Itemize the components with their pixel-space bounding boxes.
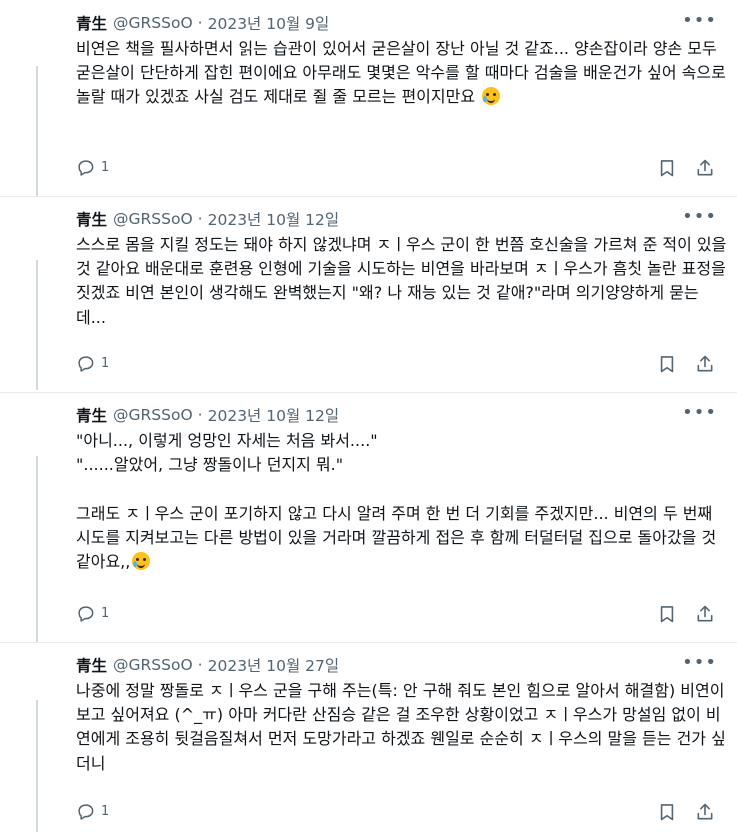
reply-button[interactable]: 1	[76, 802, 109, 821]
post-text-content: 비연은 책을 필사하면서 읽는 습관이 있어서 굳은살이 장난 아닐 것 같죠.…	[76, 39, 731, 107]
separator-dot: ·	[197, 210, 203, 228]
post-date[interactable]: 2023년 10월 27일	[208, 654, 340, 676]
bookmark-icon[interactable]	[657, 354, 677, 374]
user-handle[interactable]: @GRSSoO	[113, 14, 193, 32]
user-handle[interactable]: @GRSSoO	[113, 656, 193, 674]
reply-button[interactable]: 1	[76, 158, 109, 177]
more-dots-icon[interactable]: •••	[682, 402, 717, 423]
post-text: 비연은 책을 필사하면서 읽는 습관이 있어서 굳은살이 장난 아닐 것 같죠.…	[76, 37, 728, 110]
post-header: 青生 @GRSSoO · 2023년 10월 27일	[76, 654, 339, 676]
post-date[interactable]: 2023년 10월 12일	[208, 208, 340, 230]
bookmark-icon[interactable]	[657, 158, 677, 178]
separator-dot: ·	[197, 656, 203, 674]
share-icon[interactable]	[695, 158, 715, 178]
user-handle[interactable]: @GRSSoO	[113, 210, 193, 228]
display-name[interactable]: 青生	[76, 208, 107, 230]
reply-count: 1	[101, 804, 110, 819]
more-dots-icon[interactable]: •••	[682, 206, 717, 227]
post[interactable]: 青生 @GRSSoO · 2023년 10월 12일 ••• "아니..., 이…	[0, 392, 737, 642]
post-text: 나중에 정말 짱돌로 ㅈㅣ우스 군을 구해 주는(특: 안 구해 줘도 본인 힘…	[76, 681, 730, 773]
reply-count: 1	[101, 606, 110, 621]
more-dots-icon[interactable]: •••	[682, 10, 717, 31]
separator-dot: ·	[197, 14, 203, 32]
reply-count: 1	[101, 356, 110, 371]
post-date[interactable]: 2023년 10월 12일	[208, 404, 340, 426]
share-icon[interactable]	[695, 802, 715, 822]
bookmark-icon[interactable]	[657, 802, 677, 822]
reply-bubble-icon	[78, 160, 94, 176]
reply-bubble-icon	[78, 606, 94, 622]
face-holding-back-tears-icon	[482, 87, 501, 106]
post-actions: 1	[76, 802, 723, 826]
post-text: "아니..., 이렇게 엉망인 자세는 처음 봐서...." "......알았…	[76, 429, 728, 574]
reply-bubble-icon	[78, 356, 94, 372]
post-actions: 1	[76, 354, 723, 378]
face-holding-back-tears-icon	[132, 552, 151, 571]
display-name[interactable]: 青生	[76, 654, 107, 676]
post-text: 스스로 몸을 지킬 정도는 돼야 하지 않겠냐며 ㅈㅣ우스 군이 한 번쯤 호신…	[76, 235, 732, 327]
display-name[interactable]: 青生	[76, 404, 107, 426]
post-header: 青生 @GRSSoO · 2023년 10월 9일	[76, 12, 329, 34]
post[interactable]: 青生 @GRSSoO · 2023년 10월 12일 ••• 스스로 몸을 지킬…	[0, 196, 737, 392]
share-icon[interactable]	[695, 354, 715, 374]
more-dots-icon[interactable]: •••	[682, 652, 717, 673]
post[interactable]: 青生 @GRSSoO · 2023년 10월 9일 ••• 비연은 책을 필사하…	[0, 0, 737, 196]
post-actions: 1	[76, 158, 723, 182]
reply-bubble-icon	[78, 804, 94, 820]
bookmark-icon[interactable]	[657, 604, 677, 624]
share-icon[interactable]	[695, 604, 715, 624]
post-text-content: "아니..., 이렇게 엉망인 자세는 처음 봐서...." "......알았…	[76, 431, 717, 572]
reply-button[interactable]: 1	[76, 354, 109, 373]
post-actions: 1	[76, 604, 723, 628]
post-header: 青生 @GRSSoO · 2023년 10월 12일	[76, 404, 339, 426]
display-name[interactable]: 青生	[76, 12, 107, 34]
post-header: 青生 @GRSSoO · 2023년 10월 12일	[76, 208, 339, 230]
post-date[interactable]: 2023년 10월 9일	[208, 12, 330, 34]
reply-button[interactable]: 1	[76, 604, 109, 623]
separator-dot: ·	[197, 406, 203, 424]
post[interactable]: 青生 @GRSSoO · 2023년 10월 27일 ••• 나중에 정말 짱돌…	[0, 642, 737, 832]
user-handle[interactable]: @GRSSoO	[113, 406, 193, 424]
reply-count: 1	[101, 160, 110, 175]
